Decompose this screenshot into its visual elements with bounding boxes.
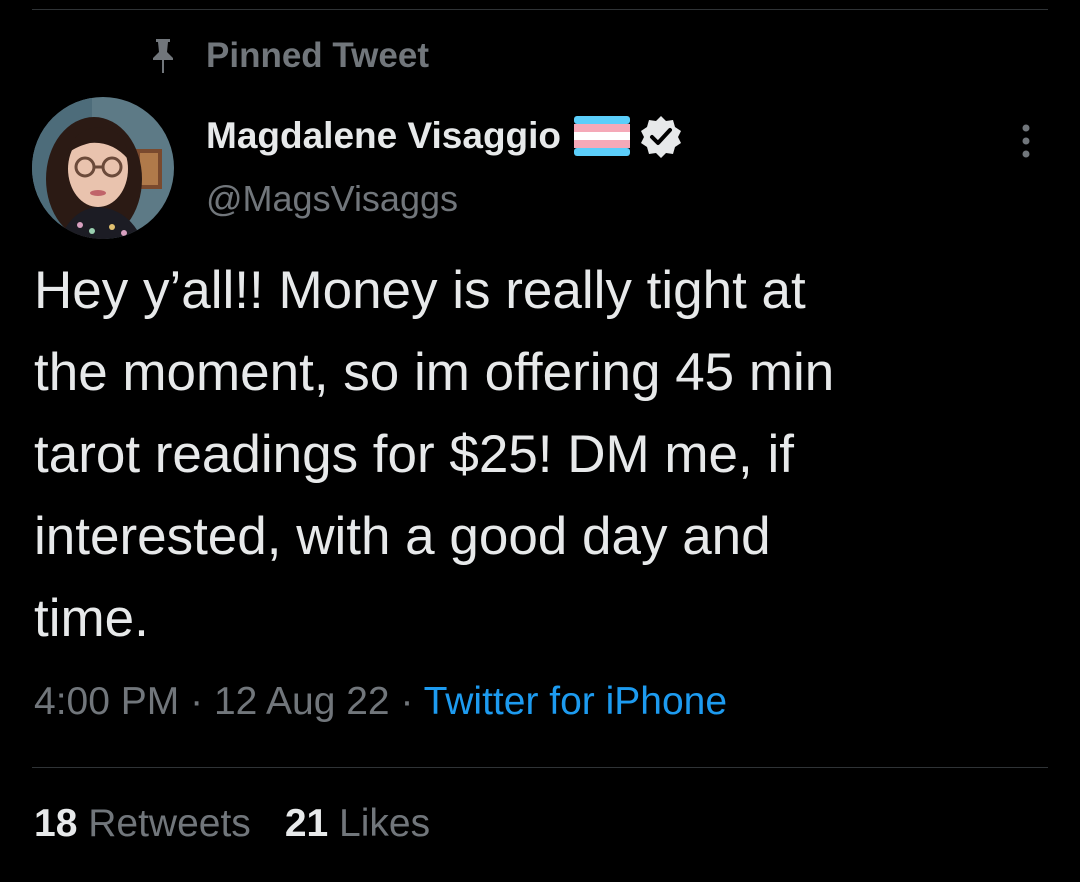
transgender-flag-icon (573, 116, 631, 156)
top-divider (32, 9, 1048, 10)
tweet-source-link[interactable]: Twitter for iPhone (424, 680, 727, 723)
meta-separator: · (190, 680, 204, 723)
tweet-time[interactable]: 4:00 PM (34, 680, 179, 723)
more-vertical-icon[interactable] (1012, 122, 1040, 160)
tweet-metadata: 4:00 PM · 12 Aug 22 · Twitter for iPhone (34, 680, 727, 724)
meta-separator: · (400, 680, 414, 723)
pinned-label: Pinned Tweet (206, 36, 429, 75)
tweet-text: Hey y’all!! Money is really tight at the… (34, 261, 835, 648)
retweets-label: Retweets (88, 802, 251, 845)
author-name[interactable]: Magdalene Visaggio (206, 115, 561, 157)
engagement-stats: 18 Retweets 21 Likes (34, 802, 464, 846)
author-name-row[interactable]: Magdalene Visaggio (206, 112, 683, 160)
likes-label: Likes (339, 802, 431, 845)
verified-badge-icon[interactable] (639, 114, 683, 158)
likes-count: 21 (284, 802, 329, 845)
author-handle[interactable]: @MagsVisaggs (206, 178, 458, 220)
retweets-count: 18 (34, 802, 78, 845)
pin-icon (150, 38, 176, 74)
likes-stat[interactable]: 21 Likes (285, 802, 430, 846)
pinned-indicator: Pinned Tweet (150, 36, 429, 76)
tweet-date[interactable]: 12 Aug 22 (214, 680, 390, 723)
retweets-stat[interactable]: 18 Retweets (34, 802, 251, 846)
bottom-divider (32, 767, 1048, 768)
avatar[interactable] (32, 97, 174, 239)
